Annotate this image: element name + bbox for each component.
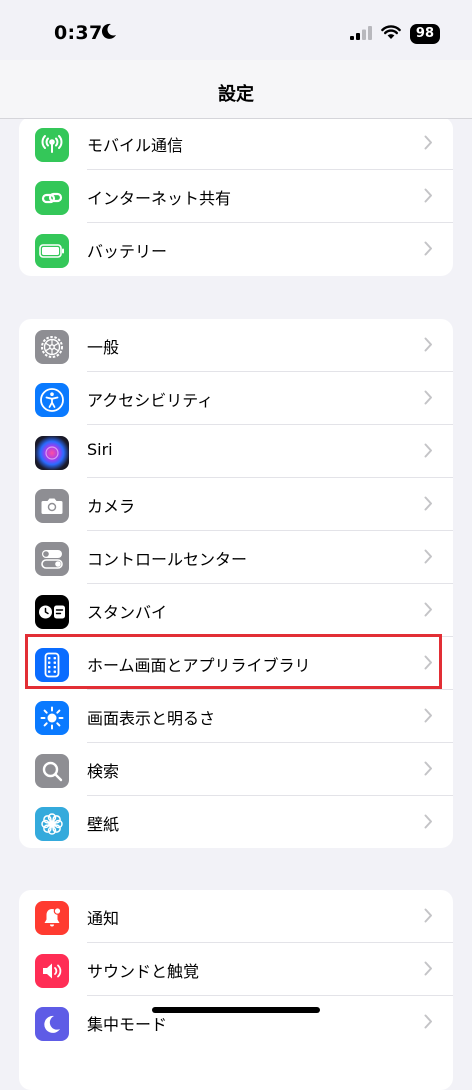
status-time: 0:37: [54, 22, 103, 44]
settings-group-notifications: 通知 サウンドと触覚 集中モード: [19, 890, 453, 1090]
speaker-icon: [35, 954, 69, 988]
bell-icon: [35, 901, 69, 935]
chevron-right-icon: [424, 908, 433, 927]
chevron-right-icon: [424, 135, 433, 154]
settings-group-general: 一般 アクセシビリティ Siri カメラ コントロールセンター スタンバイ ホー…: [19, 319, 453, 848]
home-indicator[interactable]: [152, 1007, 320, 1013]
chevron-right-icon: [424, 390, 433, 409]
chevron-right-icon: [424, 602, 433, 621]
settings-item-label: バッテリー: [87, 242, 168, 261]
settings-item-label: コントロールセンター: [87, 550, 248, 569]
cellular-antenna-icon: [35, 128, 69, 162]
chevron-right-icon: [424, 188, 433, 207]
settings-item-search[interactable]: 検索: [19, 743, 453, 796]
settings-item-label: サウンドと触覚: [87, 962, 200, 981]
toggles-icon: [35, 542, 69, 576]
chain-link-icon: [35, 181, 69, 215]
settings-item-siri[interactable]: Siri: [19, 425, 453, 478]
settings-item-label: 一般: [87, 338, 120, 357]
settings-item-personal-hotspot[interactable]: インターネット共有: [19, 170, 453, 223]
settings-item-focus[interactable]: 集中モード: [19, 996, 453, 1049]
settings-item-label: カメラ: [87, 497, 136, 516]
chevron-right-icon: [424, 761, 433, 780]
focus-moon-icon: [100, 22, 118, 44]
battery-level: 98: [409, 24, 440, 44]
settings-item-label: 通知: [87, 909, 120, 928]
gear-icon: [35, 330, 69, 364]
settings-item-label: 検索: [87, 762, 120, 781]
settings-item-label: 壁紙: [87, 815, 120, 834]
settings-item-accessibility[interactable]: アクセシビリティ: [19, 372, 453, 425]
settings-item-label: モバイル通信: [87, 136, 184, 155]
chevron-right-icon: [424, 708, 433, 727]
settings-group-connectivity: モバイル通信 インターネット共有 バッテリー: [19, 117, 453, 276]
settings-item-label: 集中モード: [87, 1015, 168, 1034]
chevron-right-icon: [424, 443, 433, 462]
settings-item-label: インターネット共有: [87, 189, 232, 208]
settings-item-control-center[interactable]: コントロールセンター: [19, 531, 453, 584]
signal-bars-icon: [349, 25, 372, 44]
navigation-bar: 設定: [0, 60, 472, 119]
accessibility-icon: [35, 383, 69, 417]
settings-item-display-brightness[interactable]: 画面表示と明るさ: [19, 690, 453, 743]
chevron-right-icon: [424, 961, 433, 980]
settings-item-notifications[interactable]: 通知: [19, 890, 453, 943]
sun-icon: [35, 701, 69, 735]
camera-icon: [35, 489, 69, 523]
settings-item-label: Siri: [87, 440, 113, 459]
chevron-right-icon: [424, 496, 433, 515]
settings-item-camera[interactable]: カメラ: [19, 478, 453, 531]
settings-item-general[interactable]: 一般: [19, 319, 453, 372]
page-title: 設定: [218, 84, 254, 105]
settings-item-label: アクセシビリティ: [87, 391, 214, 410]
settings-item-standby[interactable]: スタンバイ: [19, 584, 453, 637]
flower-icon: [35, 807, 69, 841]
status-bar: 0:37 98: [0, 0, 472, 60]
settings-item-sounds-haptics[interactable]: サウンドと触覚: [19, 943, 453, 996]
search-icon: [35, 754, 69, 788]
wifi-icon: [381, 24, 401, 44]
siri-icon: [35, 436, 69, 470]
chevron-right-icon: [424, 549, 433, 568]
settings-item-cellular[interactable]: モバイル通信: [19, 117, 453, 170]
settings-item-wallpaper[interactable]: 壁紙: [19, 796, 453, 848]
settings-item-label: 画面表示と明るさ: [87, 709, 216, 728]
standby-icon: [35, 595, 69, 629]
chevron-right-icon: [424, 241, 433, 260]
settings-item-label: スタンバイ: [87, 603, 168, 622]
highlight-box: [25, 634, 442, 689]
settings-item-battery[interactable]: バッテリー: [19, 223, 453, 276]
chevron-right-icon: [424, 814, 433, 833]
chevron-right-icon: [424, 337, 433, 356]
moon-icon: [35, 1007, 69, 1041]
battery-icon: [35, 234, 69, 268]
